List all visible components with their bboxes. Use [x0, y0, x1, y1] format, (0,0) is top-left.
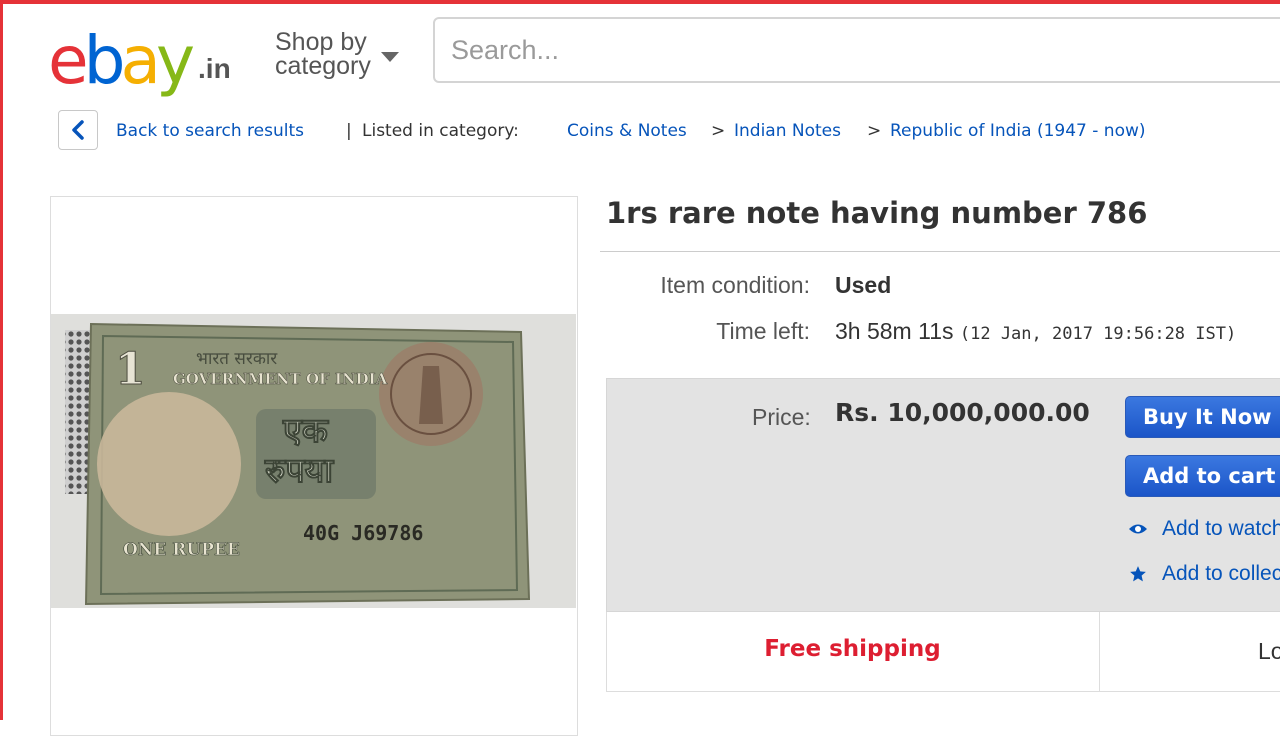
- add-to-cart-button[interactable]: Add to cart: [1125, 455, 1280, 497]
- item-condition-label: Item condition:: [660, 272, 810, 298]
- time-left-value-row: 3h 58m 11s (12 Jan, 2017 19:56:28 IST): [835, 318, 1236, 345]
- time-left-label: Time left:: [716, 318, 810, 344]
- listed-in-category-label: Listed in category:: [362, 121, 519, 141]
- breadcrumb-arrow: >: [867, 121, 882, 141]
- logo-letter-e: e: [48, 22, 89, 99]
- note-hindi-top: भारत सरकार: [196, 349, 278, 369]
- logo-letter-b: b: [83, 22, 126, 99]
- chevron-left-icon: [72, 120, 84, 140]
- add-to-collection-label: Add to collec: [1162, 562, 1280, 585]
- breadcrumb-arrow: >: [711, 121, 726, 141]
- window-border-left: [0, 0, 3, 720]
- watermark-window: [65, 330, 91, 494]
- add-to-watchlist-label: Add to watch: [1162, 517, 1280, 540]
- note-government-of-india: GOVERNMENT OF INDIA: [173, 370, 388, 388]
- search-input[interactable]: [433, 17, 1280, 83]
- price-value: Rs. 10,000,000.00: [835, 398, 1090, 427]
- window-border-top: [0, 0, 1280, 4]
- note-hindi-ek: एक: [282, 411, 330, 451]
- buy-it-now-button[interactable]: Buy It Now: [1125, 396, 1280, 438]
- shipping-divider: [1099, 612, 1100, 692]
- shipping-location-text: Lo: [1258, 638, 1280, 664]
- time-left-value: 3h 58m 11s: [835, 318, 954, 344]
- note-hindi-rupaya: रुपया: [264, 451, 334, 491]
- item-condition-value: Used: [835, 272, 892, 298]
- price-label: Price:: [752, 404, 811, 430]
- caret-down-icon[interactable]: [381, 52, 399, 62]
- add-to-collection-link[interactable]: Add to collec: [1128, 562, 1280, 586]
- shop-by-category-button[interactable]: Shop by category: [275, 30, 375, 79]
- breadcrumb-coins-notes[interactable]: Coins & Notes: [567, 121, 687, 141]
- back-button[interactable]: [58, 110, 98, 150]
- logo-domain: .in: [198, 53, 231, 84]
- time-left-end-date: (12 Jan, 2017 19:56:28 IST): [959, 324, 1237, 344]
- ebay-logo[interactable]: e b a y .in: [48, 14, 231, 94]
- note-one-rupee: ONE RUPEE: [123, 540, 240, 560]
- item-photo[interactable]: 1 भारत सरकार GOVERNMENT OF INDIA एक रुपय…: [51, 314, 576, 608]
- breadcrumb-indian-notes[interactable]: Indian Notes: [734, 121, 841, 141]
- logo-letter-a: a: [120, 22, 162, 99]
- back-to-search-results-link[interactable]: Back to search results: [116, 121, 304, 141]
- add-to-watchlist-link[interactable]: Add to watch: [1128, 517, 1280, 541]
- star-icon: [1128, 565, 1148, 583]
- logo-letter-y: y: [155, 22, 195, 99]
- note-numeral: 1: [115, 344, 146, 395]
- free-shipping-text: Free shipping: [764, 636, 941, 662]
- item-title: 1rs rare note having number 786: [606, 196, 1148, 230]
- watermark-circle: [97, 392, 241, 536]
- eye-icon: [1128, 522, 1148, 536]
- breadcrumb-republic-of-india[interactable]: Republic of India (1947 - now): [890, 121, 1146, 141]
- title-divider: [600, 251, 1280, 252]
- note-serial-number: 40G J69786: [303, 521, 423, 545]
- breadcrumb-separator: |: [346, 121, 352, 141]
